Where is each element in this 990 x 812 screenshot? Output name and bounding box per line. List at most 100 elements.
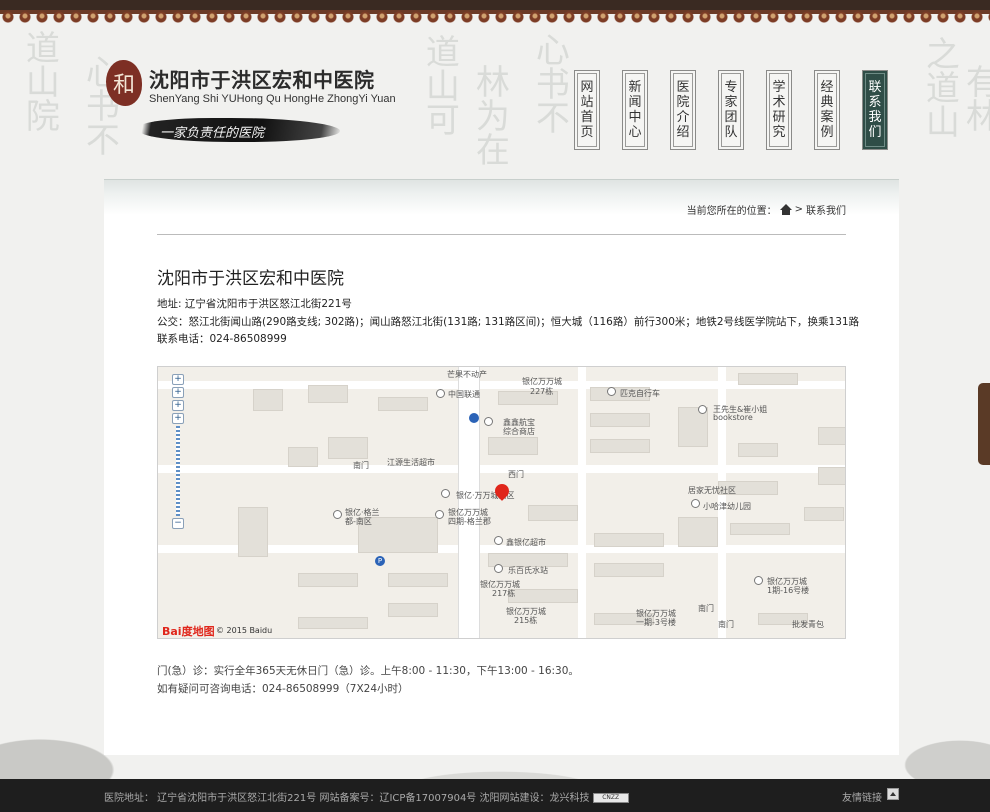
poi-icon bbox=[441, 489, 450, 498]
map-label: 居家无忧社区 bbox=[688, 486, 736, 495]
pan-down-icon[interactable]: + bbox=[172, 400, 184, 411]
map-building bbox=[678, 517, 718, 547]
breadcrumb-separator: > bbox=[794, 204, 803, 215]
map-building bbox=[738, 373, 798, 385]
poi-icon bbox=[754, 576, 763, 585]
poi-icon bbox=[494, 536, 503, 545]
map-building bbox=[328, 437, 368, 459]
nav-item-research[interactable]: 学术研究 bbox=[766, 70, 792, 150]
map-building bbox=[804, 507, 844, 521]
breadcrumb: 当前您所在的位置： > 联系我们 bbox=[687, 202, 846, 217]
nav-label: 新闻中心 bbox=[628, 80, 642, 140]
nav-item-contact[interactable]: 联系我们 bbox=[862, 70, 888, 150]
baidu-map[interactable]: 芒果不动产 银亿万万城 227栋 匹克自行车 中国联通 鑫鑫航宝 综合商店 王先… bbox=[157, 366, 846, 639]
nav-item-experts[interactable]: 专家团队 bbox=[718, 70, 744, 150]
map-building bbox=[594, 563, 664, 577]
poi-icon bbox=[691, 499, 700, 508]
zoom-in-button[interactable]: + bbox=[172, 413, 184, 424]
pan-up-icon[interactable]: + bbox=[172, 374, 184, 385]
map-building bbox=[308, 385, 348, 403]
map-label: 227栋 bbox=[530, 387, 554, 396]
nav-label: 医院介绍 bbox=[676, 80, 690, 140]
map-building bbox=[298, 617, 368, 629]
pan-left-right-icon[interactable]: + bbox=[172, 387, 184, 398]
map-building bbox=[288, 447, 318, 467]
baidu-logo[interactable]: Bai度地图 bbox=[162, 623, 215, 638]
logo-seal[interactable]: 和 bbox=[106, 60, 142, 106]
roof-tiles-decoration bbox=[0, 0, 990, 24]
footer-text: 医院地址： 辽宁省沈阳市于洪区怒江北街221号 网站备案号：辽ICP备17007… bbox=[104, 793, 590, 804]
nav-label: 学术研究 bbox=[772, 80, 786, 140]
nav-item-home[interactable]: 网站首页 bbox=[574, 70, 600, 150]
bus-text: 公交：怒江北街闻山路(290路支线; 302路)；闻山路怒江北街(131路; 1… bbox=[157, 316, 860, 328]
footer-info: 医院地址： 辽宁省沈阳市于洪区怒江北街221号 网站备案号：辽ICP备17007… bbox=[104, 789, 629, 804]
map-building bbox=[238, 507, 268, 557]
cnzz-badge[interactable]: CNZZ bbox=[592, 793, 629, 803]
map-label: 江源生活超市 bbox=[387, 458, 435, 467]
map-label: 217栋 bbox=[492, 589, 516, 598]
map-building bbox=[590, 439, 650, 453]
map-building bbox=[730, 523, 790, 535]
poi-icon bbox=[607, 387, 616, 396]
map-building bbox=[738, 443, 778, 457]
site-subtitle: ShenYang Shi YUHong Qu HongHe ZhongYi Yu… bbox=[149, 93, 396, 105]
map-label: 匹克自行车 bbox=[620, 389, 660, 398]
zoom-slider[interactable] bbox=[176, 426, 180, 516]
map-building bbox=[528, 505, 578, 521]
nav-label: 专家团队 bbox=[724, 80, 738, 140]
map-label: 乐百氏水站 bbox=[508, 566, 548, 575]
slogan: 一家负责任的医院 bbox=[160, 126, 265, 141]
zoom-out-button[interactable]: − bbox=[172, 518, 184, 529]
poi-icon bbox=[333, 510, 342, 519]
footer: 医院地址： 辽宁省沈阳市于洪区怒江北街221号 网站备案号：辽ICP备17007… bbox=[0, 779, 990, 812]
map-building bbox=[818, 467, 845, 485]
friend-links[interactable]: 友情链接 bbox=[842, 789, 882, 804]
hours-text: 门(急）诊：实行全年365天无休日门（急）诊。上午8:00 - 11:30，下午… bbox=[157, 665, 579, 677]
map-road bbox=[158, 465, 845, 473]
content-panel: 当前您所在的位置： > 联系我们 沈阳市于洪区宏和中医院 地址: 辽宁省沈阳市于… bbox=[104, 179, 899, 755]
nav-label: 联系我们 bbox=[868, 80, 882, 140]
nav-label: 经典案例 bbox=[820, 80, 834, 140]
map-building bbox=[388, 603, 438, 617]
map-label: bookstore bbox=[713, 413, 753, 422]
home-icon[interactable] bbox=[779, 204, 792, 215]
nav-item-cases[interactable]: 经典案例 bbox=[814, 70, 840, 150]
poi-icon bbox=[484, 417, 493, 426]
breadcrumb-prefix: 当前您所在的位置： bbox=[686, 206, 777, 217]
hospital-name: 沈阳市于洪区宏和中医院 bbox=[157, 269, 344, 289]
map-label: 南门 bbox=[698, 604, 714, 613]
map-label: 芒果不动产 bbox=[447, 370, 487, 379]
map-label: 一期-3号楼 bbox=[636, 618, 676, 627]
map-building bbox=[388, 573, 448, 587]
map-building bbox=[818, 427, 845, 445]
parking-icon: P bbox=[375, 556, 385, 566]
map-label: 215栋 bbox=[514, 616, 538, 625]
map-building bbox=[508, 589, 578, 603]
poi-icon bbox=[698, 405, 707, 414]
bus-stop-icon bbox=[469, 413, 479, 423]
hotline-text: 如有疑问可咨询电话：024-86508999（7X24小时） bbox=[157, 683, 409, 695]
poi-icon bbox=[494, 564, 503, 573]
phone-text: 联系电话：024-86508999 bbox=[157, 333, 287, 345]
map-label: 小哈津幼儿园 bbox=[703, 502, 751, 511]
map-road bbox=[578, 367, 586, 638]
map-building bbox=[488, 437, 538, 455]
map-label: 四期-格兰郡 bbox=[448, 517, 491, 526]
map-road bbox=[458, 367, 480, 638]
address-text: 地址: 辽宁省沈阳市于洪区怒江北街221号 bbox=[157, 298, 352, 310]
online-consult-tab[interactable] bbox=[978, 383, 990, 465]
nav-item-about[interactable]: 医院介绍 bbox=[670, 70, 696, 150]
map-label: 批发青包 bbox=[792, 620, 824, 629]
divider bbox=[157, 234, 846, 235]
site-title: 沈阳市于洪区宏和中医院 bbox=[149, 68, 375, 92]
map-label: 鑫银亿超市 bbox=[506, 538, 546, 547]
nav-item-news[interactable]: 新闻中心 bbox=[622, 70, 648, 150]
poi-icon bbox=[435, 510, 444, 519]
map-label: 都-南区 bbox=[345, 517, 372, 526]
scroll-up-icon[interactable] bbox=[887, 788, 899, 800]
map-building bbox=[594, 533, 664, 547]
breadcrumb-current[interactable]: 联系我们 bbox=[806, 202, 846, 217]
poi-icon bbox=[436, 389, 445, 398]
map-building bbox=[298, 573, 358, 587]
map-label: 西门 bbox=[508, 470, 524, 479]
